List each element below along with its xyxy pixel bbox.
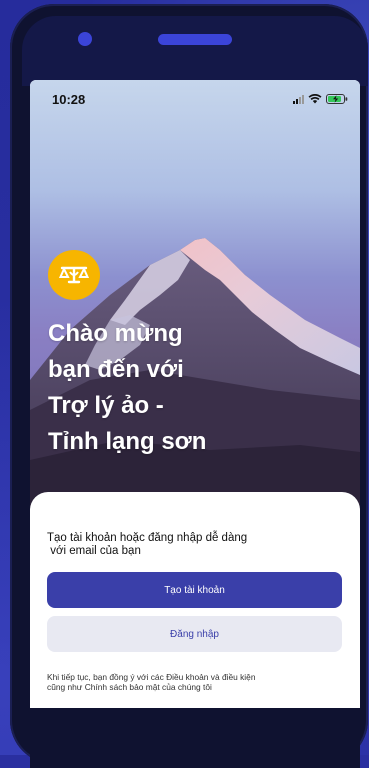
auth-subtitle: Tạo tài khoản hoặc đăng nhập dễ dàng với… xyxy=(47,532,347,558)
scales-icon xyxy=(59,266,89,284)
auth-subtitle-line-2: với email của bạn xyxy=(47,545,141,557)
login-button[interactable]: Đăng nhập xyxy=(47,616,342,652)
app-screen: 10:28 Chào mừng bạn đến với Trợ lý ảo - … xyxy=(30,80,360,708)
status-time: 10:28 xyxy=(52,92,86,107)
battery-charging-icon xyxy=(326,94,348,104)
welcome-line-4: Tỉnh lạng sơn xyxy=(48,428,207,455)
auth-bottom-sheet: Tạo tài khoản hoặc đăng nhập dễ dàng với… xyxy=(30,492,360,708)
welcome-line-2: bạn đến với xyxy=(48,356,184,383)
welcome-line-1: Chào mừng xyxy=(48,320,183,347)
app-logo-badge xyxy=(48,250,100,300)
welcome-title: Chào mừng bạn đến với Trợ lý ảo - Tỉnh l… xyxy=(48,316,308,460)
terms-line-2: cũng như Chính sách bảo mật của chúng tô… xyxy=(47,681,212,692)
welcome-line-3: Trợ lý ảo - xyxy=(48,392,164,419)
hero-image: 10:28 Chào mừng bạn đến với Trợ lý ảo - … xyxy=(30,80,360,520)
phone-bottom-bezel xyxy=(30,708,360,768)
create-account-button[interactable]: Tạo tài khoản xyxy=(47,572,342,608)
auth-subtitle-line-1: Tạo tài khoản hoặc đăng nhập dễ dàng xyxy=(47,532,248,544)
camera-icon xyxy=(78,32,92,46)
terms-text: Khi tiếp tục, bạn đồng ý với các Điều kh… xyxy=(47,672,347,692)
status-bar: 10:28 xyxy=(30,80,360,120)
wifi-icon xyxy=(308,94,322,104)
signal-icon xyxy=(293,94,304,104)
phone-top-bezel xyxy=(22,16,368,86)
speaker-grille xyxy=(158,34,232,45)
